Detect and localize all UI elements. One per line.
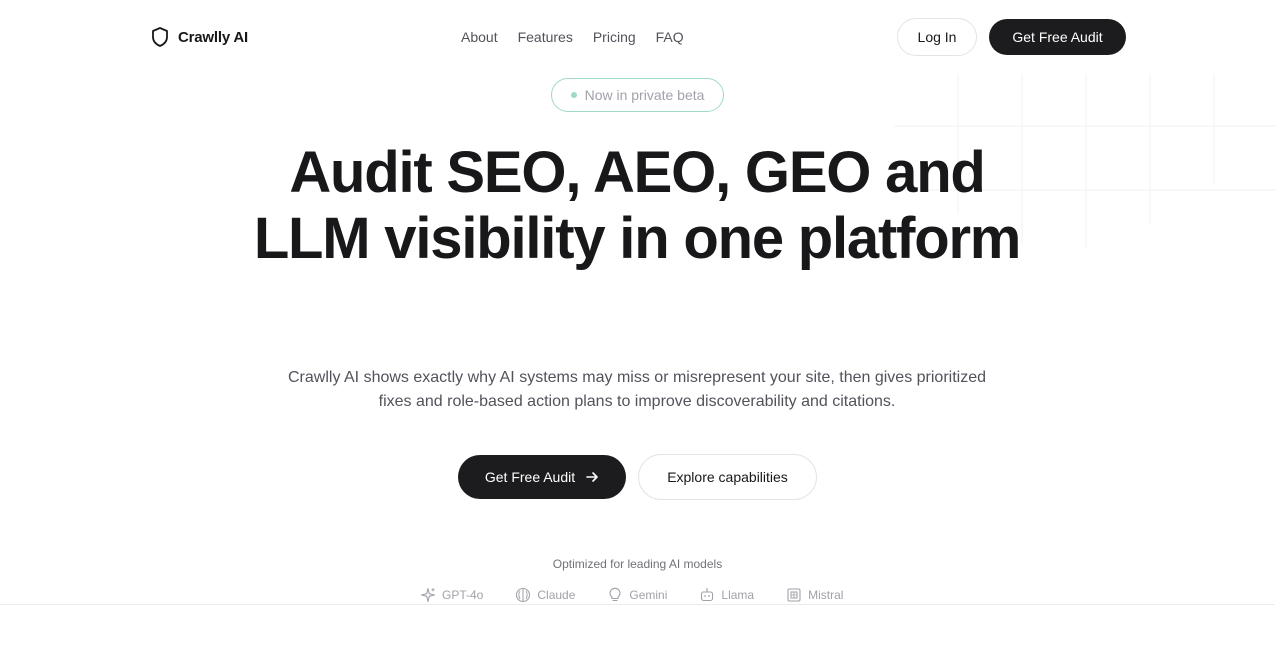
top-navigation: Crawlly AI About Features Pricing FAQ Lo…: [0, 0, 1275, 74]
model-label: Llama: [721, 588, 755, 602]
shield-icon: [152, 27, 168, 47]
nav-link-pricing[interactable]: Pricing: [593, 29, 636, 45]
lightbulb-icon: [609, 587, 621, 602]
login-button[interactable]: Log In: [897, 18, 977, 56]
model-label: Claude: [537, 588, 576, 602]
badge-dot-icon: [570, 92, 577, 98]
section-divider: [0, 604, 1275, 605]
model-label: GPT-4o: [442, 588, 484, 602]
model-gemini: Gemini: [607, 587, 667, 603]
badge-text: Now in private beta: [584, 87, 705, 103]
get-free-audit-label: Get Free Audit: [484, 469, 576, 485]
hero-title: Audit SEO, AEO, GEO and LLM visibility i…: [253, 140, 1022, 271]
brain-icon: [516, 587, 531, 603]
model-mistral: Mistral: [786, 587, 843, 603]
nav-link-about[interactable]: About: [461, 29, 498, 45]
nav-link-features[interactable]: Features: [518, 29, 573, 45]
get-free-audit-button[interactable]: Get Free Audit: [458, 455, 626, 499]
brand-name: Crawlly AI: [178, 28, 248, 46]
brand-logo[interactable]: Crawlly AI: [150, 26, 248, 48]
nav-links: About Features Pricing FAQ: [461, 29, 684, 45]
bot-icon: [701, 588, 714, 602]
hero-subtitle: Crawlly AI shows exactly why AI systems …: [288, 369, 986, 410]
chip-icon: [787, 588, 801, 602]
ai-models-list: GPT-4o Claude Gemini Llama Mistral: [420, 587, 843, 603]
arrow-right-icon: [586, 472, 598, 482]
nav-get-free-audit-button[interactable]: Get Free Audit: [989, 19, 1126, 55]
nav-link-faq[interactable]: FAQ: [656, 29, 684, 45]
model-llama: Llama: [699, 587, 754, 603]
model-label: Gemini: [629, 588, 668, 602]
sparkle-icon: [420, 587, 436, 603]
model-gpt4o: GPT-4o: [420, 587, 483, 603]
models-caption: Optimized for leading AI models: [552, 557, 723, 571]
model-label: Mistral: [808, 588, 844, 602]
private-beta-badge: Now in private beta: [551, 78, 724, 112]
model-claude: Claude: [515, 587, 575, 603]
explore-capabilities-button[interactable]: Explore capabilities: [638, 454, 817, 500]
